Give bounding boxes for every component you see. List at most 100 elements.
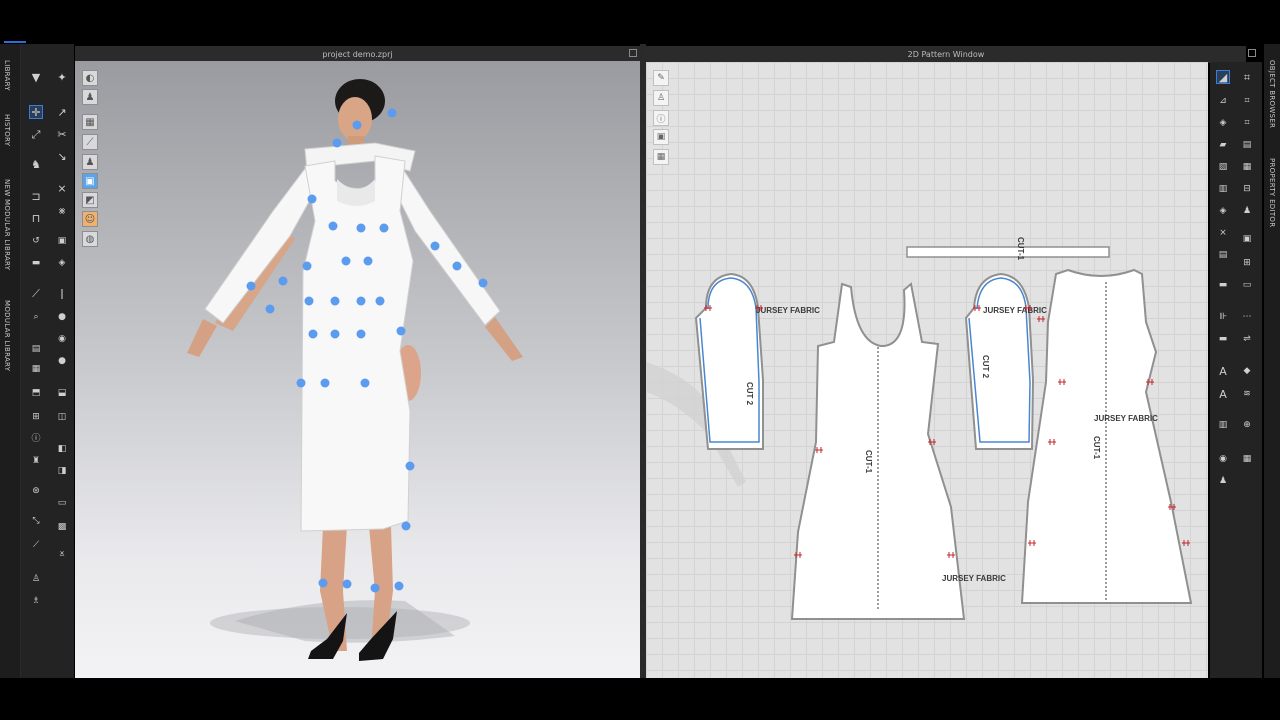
pin-marker[interactable]: [341, 256, 351, 266]
pin-marker[interactable]: [246, 281, 256, 291]
fold-icon[interactable]: ✂: [55, 127, 69, 141]
dart-icon[interactable]: ⊟: [1240, 182, 1254, 196]
pin-marker[interactable]: [296, 378, 306, 388]
pin-marker[interactable]: [360, 378, 370, 388]
font-icon[interactable]: A: [1216, 387, 1230, 401]
edit-pattern-icon[interactable]: ⤢: [29, 127, 43, 141]
stitch-icon[interactable]: ⌕: [29, 310, 43, 324]
pin-marker[interactable]: [430, 241, 440, 251]
segment-icon[interactable]: ◈: [1216, 116, 1230, 130]
pin-marker[interactable]: [278, 276, 288, 286]
flatten-icon[interactable]: ▬: [29, 256, 43, 270]
seam-icon[interactable]: ⊐: [29, 189, 43, 203]
pattern-back[interactable]: JURSEY FABRIC CUT-1: [1020, 268, 1193, 604]
shirt-icon[interactable]: ♞: [29, 157, 43, 171]
pin-marker[interactable]: [379, 223, 389, 233]
annotation-icon[interactable]: ◆: [1240, 364, 1254, 378]
scale-icon[interactable]: ◧: [55, 442, 69, 456]
avatar-pose-icon[interactable]: ✦: [55, 70, 69, 84]
text-icon[interactable]: A: [1216, 364, 1230, 378]
notch-marker[interactable]: [1182, 540, 1190, 546]
ruler-v-icon[interactable]: ⊪: [1216, 310, 1230, 324]
curve-icon[interactable]: ⌗: [1240, 94, 1254, 108]
layer-down-icon[interactable]: ⤡: [29, 514, 43, 528]
pin-marker[interactable]: [342, 579, 352, 589]
garment-icon[interactable]: ⊛: [29, 484, 43, 498]
notch-marker[interactable]: [1037, 316, 1045, 322]
brush-icon[interactable]: ǀ: [55, 286, 69, 300]
topstitch-icon[interactable]: ⬒: [29, 386, 43, 400]
cylinder-icon[interactable]: ▭: [1240, 278, 1254, 292]
cut-icon[interactable]: ♜: [29, 454, 43, 468]
maximize-3d-icon[interactable]: [629, 49, 637, 57]
pin-marker[interactable]: [307, 194, 317, 204]
sew-icon[interactable]: ●: [55, 310, 69, 324]
measure-icon[interactable]: ⨯: [55, 181, 69, 195]
select-icon[interactable]: ◢: [1216, 70, 1230, 84]
tab-library[interactable]: LIBRARY: [3, 60, 11, 91]
seamline-icon[interactable]: ⊞: [1240, 256, 1254, 270]
image-icon[interactable]: ▧: [1216, 160, 1230, 174]
viewport-3d[interactable]: ◐ ♟ ▦ ⟋ ♟ ▣ ◩ ▤ ☺ ◍: [75, 61, 640, 678]
scissors-icon[interactable]: ⨱: [55, 546, 69, 560]
texture-icon[interactable]: ▦: [29, 362, 43, 376]
pin-marker[interactable]: [356, 329, 366, 339]
tab-history[interactable]: HISTORY: [3, 114, 11, 146]
stamp-icon[interactable]: ⊕: [1240, 418, 1254, 432]
tab-property-editor[interactable]: PROPERTY EDITOR: [1268, 158, 1276, 227]
hand-icon[interactable]: ♟: [1216, 474, 1230, 488]
trim-tool-icon[interactable]: ▬: [1216, 278, 1230, 292]
shading-icon[interactable]: ◫: [55, 410, 69, 424]
pin-marker[interactable]: [375, 296, 385, 306]
pin-marker[interactable]: [356, 223, 366, 233]
line-icon[interactable]: ⟋: [29, 286, 43, 300]
pin-marker[interactable]: [387, 108, 397, 118]
pin-marker[interactable]: [330, 329, 340, 339]
symmetry-icon[interactable]: ▤: [1240, 138, 1254, 152]
grading-icon[interactable]: ▣: [1240, 232, 1254, 246]
pin-marker[interactable]: [401, 521, 411, 531]
pattern-collar[interactable]: CUT-1: [906, 237, 1110, 261]
maximize-2d-icon[interactable]: [1248, 49, 1256, 57]
pin-marker[interactable]: [363, 256, 373, 266]
folder-icon[interactable]: ▰: [1216, 138, 1230, 152]
button-icon[interactable]: ▤: [29, 342, 43, 356]
bookmark-icon[interactable]: ⌗: [1240, 70, 1254, 84]
pin-marker[interactable]: [302, 261, 312, 271]
rect-select-icon[interactable]: ▩: [55, 520, 69, 534]
pin-icon[interactable]: ◈: [55, 256, 69, 270]
trim-icon[interactable]: ⬓: [55, 386, 69, 400]
knife-icon[interactable]: ◨: [55, 464, 69, 478]
tab-modular-library[interactable]: MODULAR LIBRARY: [3, 300, 11, 371]
pin-marker[interactable]: [320, 378, 330, 388]
cut-pattern-icon[interactable]: ⨯: [1216, 226, 1230, 240]
line-h-icon[interactable]: ▬: [1216, 332, 1230, 346]
pin-marker[interactable]: [356, 296, 366, 306]
pin-marker[interactable]: [332, 138, 342, 148]
pin-marker[interactable]: [318, 578, 328, 588]
ruler-icon[interactable]: ⊓: [29, 211, 43, 225]
tab-new-modular-library[interactable]: NEW MODULAR LIBRARY: [3, 179, 11, 270]
pattern-window[interactable]: ✎ ♙ ⓘ ▣ ▦ CUT-1 JURSEY FABRIC CUT 2 CUT-…: [646, 62, 1208, 678]
edit-point-icon[interactable]: ⊿: [1216, 94, 1230, 108]
wind-icon[interactable]: ⊞: [29, 410, 43, 424]
rectangle-icon[interactable]: ◈: [1216, 204, 1230, 218]
fold-arrange-icon[interactable]: ▣: [55, 234, 69, 248]
hoodie-icon[interactable]: ♗: [29, 594, 43, 608]
printer-icon[interactable]: ▦: [1240, 160, 1254, 174]
shirt-small-icon[interactable]: ▭: [55, 496, 69, 510]
hanger-icon[interactable]: ●: [55, 354, 69, 368]
pin-marker[interactable]: [396, 326, 406, 336]
transform-icon[interactable]: ↗: [55, 105, 69, 119]
pen-icon[interactable]: ⓘ: [29, 432, 43, 446]
strength-icon[interactable]: ↺: [29, 234, 43, 248]
circle-icon[interactable]: ♟: [1240, 204, 1254, 218]
pin-marker[interactable]: [265, 304, 275, 314]
move-down-icon[interactable]: ▼: [29, 70, 43, 84]
pin-marker[interactable]: [330, 296, 340, 306]
pin-marker[interactable]: [478, 278, 488, 288]
select-move-icon[interactable]: ✛: [29, 105, 43, 119]
trace-icon[interactable]: ⌗: [1240, 116, 1254, 130]
pin-marker[interactable]: [370, 583, 380, 593]
pin-marker[interactable]: [308, 329, 318, 339]
